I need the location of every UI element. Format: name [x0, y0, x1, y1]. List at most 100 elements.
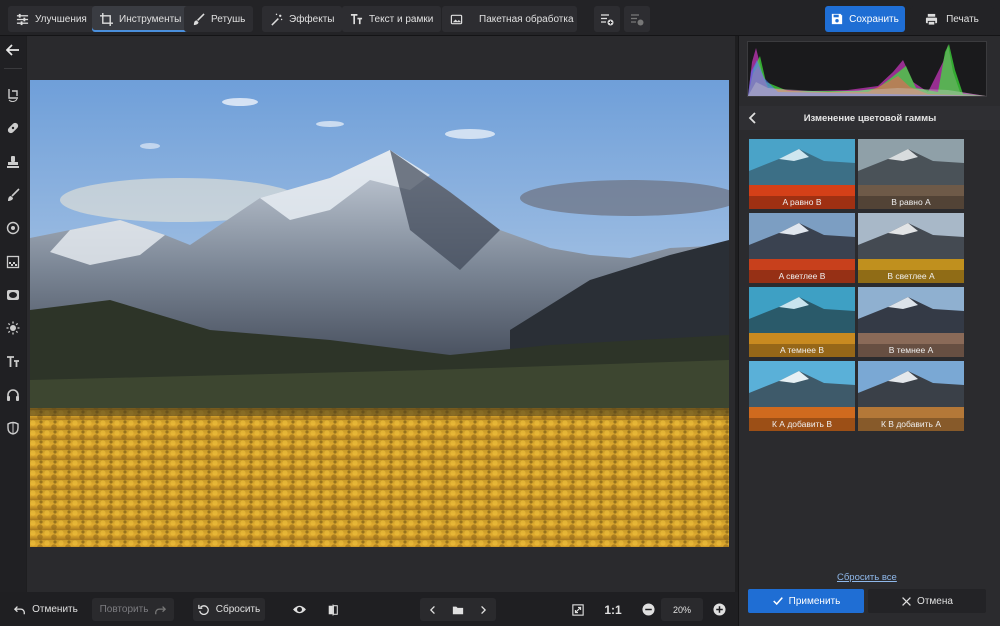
text-tool[interactable] [3, 352, 23, 372]
chevron-right-icon [481, 605, 487, 614]
print-label: Печать [946, 13, 979, 25]
split-compare-icon [328, 603, 338, 616]
add-preset-button[interactable] [594, 6, 620, 32]
healing-tool[interactable] [3, 118, 23, 138]
preset-b-darker-a[interactable]: B темнее A [858, 287, 964, 357]
crop-icon [100, 12, 113, 26]
tab-retouch[interactable]: Ретушь [184, 6, 254, 32]
redo-button[interactable]: Повторить [92, 598, 174, 621]
redo-label: Повторить [99, 604, 149, 615]
chevron-left-icon [429, 605, 435, 614]
save-label: Сохранить [849, 13, 899, 25]
tab-enhancements[interactable]: Улучшения [8, 6, 95, 32]
text-icon [350, 13, 363, 24]
save-button[interactable]: Сохранить [825, 6, 905, 32]
image-canvas[interactable] [27, 36, 735, 592]
preset-label: A темнее B [749, 344, 855, 357]
close-icon [902, 596, 911, 606]
panel-title: Изменение цветовой гаммы [803, 112, 937, 124]
floppy-disk-icon [831, 13, 843, 25]
back-button[interactable] [3, 40, 23, 60]
chevron-left-icon[interactable] [746, 111, 760, 125]
previous-file-button[interactable] [421, 605, 445, 615]
next-file-button[interactable] [471, 605, 495, 615]
preset-label: A равно B [749, 196, 855, 209]
zoom-in-button[interactable] [709, 598, 729, 621]
bandage-icon [7, 122, 19, 134]
preset-label: B светлее A [858, 270, 964, 283]
stamp-tool[interactable] [3, 152, 23, 172]
brush-tool[interactable] [3, 185, 23, 205]
histogram [747, 41, 987, 97]
zoom-out-button[interactable] [638, 598, 658, 621]
preset-b-lighter-a[interactable]: B светлее A [858, 213, 964, 283]
gradient-filter-icon [6, 255, 20, 269]
undo-icon [14, 605, 26, 614]
preset-label: К B добавить A [858, 418, 964, 431]
tab-batch[interactable]: Пакетная обработка [442, 6, 577, 32]
headphones-icon [7, 389, 19, 401]
reset-all-link[interactable]: Сбросить все [837, 572, 897, 583]
actual-size-button[interactable]: 1:1 [601, 598, 625, 621]
reset-label: Сбросить [215, 604, 261, 615]
list-add-icon [601, 14, 614, 26]
tab-label: Пакетная обработка [479, 13, 574, 25]
image-stack-icon [450, 14, 463, 24]
photo-editor-window: Улучшения Инструменты Ретушь Эффекты Тек… [0, 0, 1000, 626]
undo-label: Отменить [32, 604, 78, 615]
tab-effects[interactable]: Эффекты [262, 6, 343, 32]
histogram-graph [748, 44, 986, 96]
preset-history-button[interactable] [624, 6, 650, 32]
preset-a-lighter-b[interactable]: A светлее B [749, 213, 855, 283]
sliders-icon [16, 13, 29, 25]
zoom-field[interactable]: 20% [661, 598, 703, 621]
radial-tool[interactable] [3, 218, 23, 238]
fit-screen-button[interactable] [566, 598, 590, 621]
apply-label: Применить [788, 595, 841, 607]
reset-button[interactable]: Сбросить [193, 598, 265, 621]
tab-label: Текст и рамки [369, 13, 434, 25]
curves-tool[interactable] [3, 385, 23, 405]
reset-icon [197, 604, 209, 615]
printer-icon [926, 13, 938, 26]
rotate-tool[interactable] [3, 85, 23, 105]
brush-icon [193, 12, 205, 25]
paintbrush-icon [8, 188, 20, 201]
open-folder-button[interactable] [445, 604, 471, 616]
preview-button[interactable] [287, 598, 311, 621]
arrow-left-icon [6, 44, 19, 56]
tab-label: Улучшения [35, 13, 87, 25]
compare-button[interactable] [321, 598, 345, 621]
print-button[interactable]: Печать [910, 6, 994, 32]
tab-text-frames[interactable]: Текст и рамки [342, 6, 442, 32]
preset-label: B темнее A [858, 344, 964, 357]
stamp-icon [7, 156, 19, 168]
redo-icon [155, 605, 167, 614]
vignette-icon [7, 290, 19, 300]
expand-icon [572, 603, 584, 616]
vignette-tool[interactable] [3, 285, 23, 305]
minus-circle-icon [641, 603, 655, 616]
preset-add-b-to-a[interactable]: К А добавить B [749, 361, 855, 431]
light-tool[interactable] [3, 318, 23, 338]
apply-button[interactable]: Применить [748, 589, 864, 613]
folder-icon [452, 606, 464, 614]
cancel-button[interactable]: Отмена [868, 589, 986, 613]
gradient-tool[interactable] [3, 252, 23, 272]
undo-button[interactable]: Отменить [6, 598, 86, 621]
panel-header: Изменение цветовой гаммы [739, 106, 1000, 130]
preset-a-darker-b[interactable]: A темнее B [749, 287, 855, 357]
tab-label: Ретушь [211, 13, 246, 25]
plus-circle-icon [712, 603, 726, 616]
rail-divider [4, 68, 22, 69]
mask-icon [7, 421, 19, 435]
mountain-photo [30, 80, 729, 547]
masking-tool[interactable] [3, 418, 23, 438]
preset-a-equals-b[interactable]: A равно B [749, 139, 855, 209]
rotate-crop-icon [8, 89, 18, 102]
preset-b-equals-a[interactable]: B равно A [858, 139, 964, 209]
tab-tools[interactable]: Инструменты [92, 6, 190, 32]
right-panel: Изменение цветовой гаммы A равно B B рав… [738, 36, 1000, 626]
preset-add-a-to-b[interactable]: К B добавить A [858, 361, 964, 431]
eye-icon [292, 605, 306, 614]
